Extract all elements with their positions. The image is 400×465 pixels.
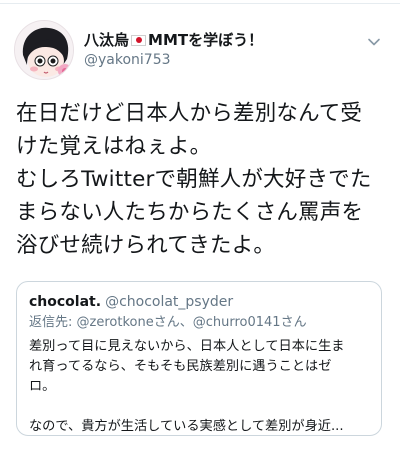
quoted-text-line: ロ。 [29,379,56,394]
tweet-text-line: けた覚えはねぇよ。 [16,134,212,159]
tweet-header: 八汰烏 MMTを学ぼう！ @yakoni753 [14,20,388,80]
reply-mention-link[interactable]: @churro0141 [193,315,281,330]
quoted-tweet-body: 差別って目に見えないから、日本人として日本に生ま れ育ってるなら、そもそも民族差… [29,337,369,435]
tweet-text-line: まらない人たちからたくさん罵声を [16,200,364,225]
tweet-text: 在日だけど日本人から差別なんて受 けた覚えはねぇよ。 むしろTwitterで朝鮮… [16,97,386,262]
quoted-text-line: れ育ってるなら、そもそも民族差別に遇うことはゼ [29,359,332,374]
author-handle[interactable]: @yakoni753 [84,50,263,70]
tweet-card: 八汰烏 MMTを学ぼう！ @yakoni753 在日だけど日本人から差別なんて受… [0,0,400,465]
display-name-prefix: 八汰烏 [84,31,130,49]
quoted-author-name: chocolat. [29,294,102,310]
display-name[interactable]: 八汰烏 MMTを学ぼう！ [84,30,263,50]
avatar-illustration [15,21,73,79]
reply-label: 返信先: [29,315,73,330]
quoted-author-handle: @chocolat_psyder [105,294,234,310]
quoted-tweet[interactable]: chocolat. @chocolat_psyder 返信先: @zerotkon… [16,281,382,436]
reply-honorific: さん [280,315,307,330]
tweet-text-line: 在日だけど日本人から差別なんて受 [16,101,363,126]
quoted-tweet-header: chocolat. @chocolat_psyder [29,292,369,312]
japan-flag-icon [131,34,147,46]
tweet-text-line: むしろTwitterで朝鮮人が大好きでた [16,167,372,192]
quoted-text-line: なので、貴方が生活している実感として差別が身近... [29,419,344,434]
reply-context: 返信先: @zerotkoneさん、@churro0141さん [29,313,369,333]
quoted-text-line: 差別って目に見えないから、日本人として日本に生ま [29,339,345,354]
chevron-down-icon[interactable] [366,34,382,50]
tweet-text-line: 浴びせ続けられてきたよ。 [16,233,276,258]
reply-honorific: さん、 [153,315,193,330]
reply-mention-link[interactable]: @zerotkone [77,315,154,330]
display-name-suffix: MMTを学ぼう！ [148,31,264,49]
divider [0,3,400,4]
avatar[interactable] [14,20,74,80]
quoted-text-blank-line [29,397,369,417]
author-info: 八汰烏 MMTを学ぼう！ @yakoni753 [84,30,263,70]
